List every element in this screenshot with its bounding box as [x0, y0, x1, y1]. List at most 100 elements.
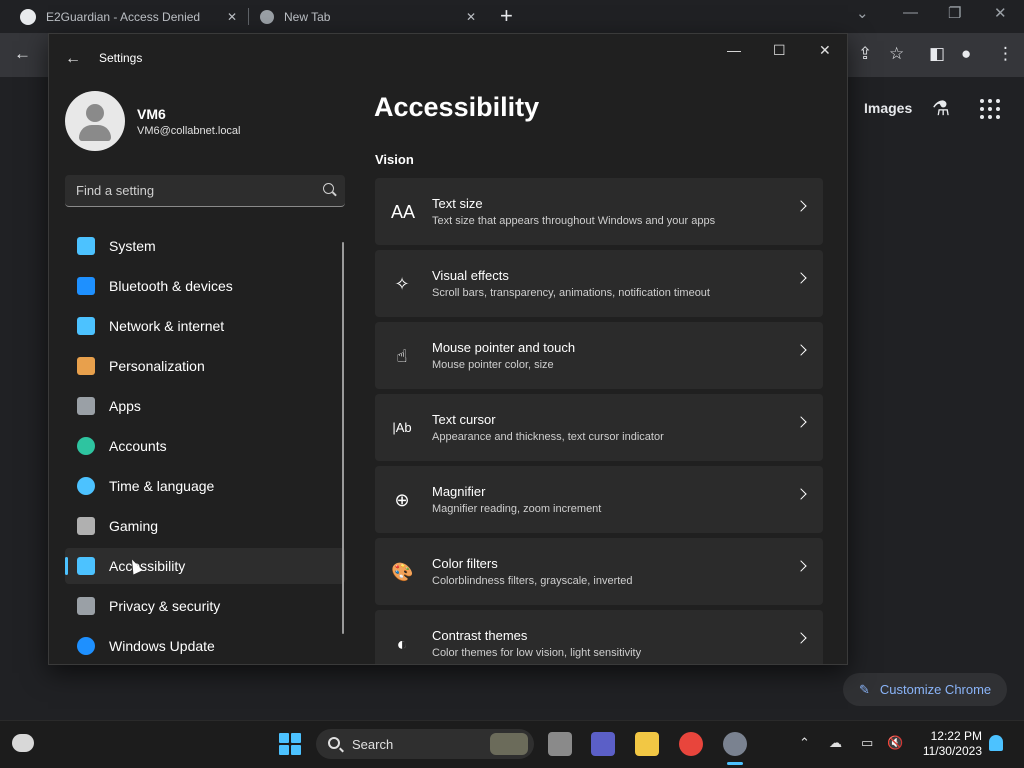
- settings-card-list: AA Text size Text size that appears throug…: [375, 178, 823, 664]
- side-panel-icon[interactable]: ◧: [929, 44, 945, 64]
- setting-card-mouse-pointer-and-touch[interactable]: ☝ Mouse pointer and touch Mouse pointer co…: [375, 322, 823, 389]
- clock-date: 11/30/2023: [922, 744, 982, 758]
- network-icon[interactable]: ▭: [861, 735, 873, 751]
- weather-widget-icon[interactable]: [12, 734, 34, 752]
- close-window-icon[interactable]: ✕: [994, 4, 1007, 22]
- setting-card-text-cursor[interactable]: |Ab Text cursor Appearance and thickness, …: [375, 394, 823, 461]
- setting-card-color-filters[interactable]: 🎨 Color filters Colorblindness filters, gr…: [375, 538, 823, 605]
- minimize-icon[interactable]: —: [727, 42, 741, 58]
- chevron-right-icon: [795, 632, 807, 644]
- tab-divider: [248, 8, 249, 25]
- chevron-right-icon: [795, 200, 807, 212]
- settings-window: ← Settings — ☐ ✕ VM6 VM6@collabnet.local…: [48, 33, 848, 665]
- text-size-icon: AA: [391, 202, 416, 222]
- search-icon: [323, 183, 334, 194]
- customize-chrome-label: Customize Chrome: [879, 682, 992, 697]
- tab-search-icon[interactable]: ⌄: [856, 4, 869, 22]
- start-button[interactable]: [279, 733, 301, 755]
- sidebar-item-accessibility[interactable]: Accessibility: [65, 548, 345, 584]
- sidebar-item-bluetooth-devices[interactable]: Bluetooth & devices: [65, 268, 345, 304]
- card-title: Visual effects: [432, 268, 509, 283]
- chevron-right-icon: [795, 344, 807, 356]
- notification-bell-icon[interactable]: [989, 735, 1003, 751]
- search-icon: [328, 737, 340, 749]
- bluetooth-icon: [77, 277, 95, 295]
- images-link[interactable]: Images: [864, 100, 912, 116]
- labs-flask-icon[interactable]: ⚗: [932, 96, 950, 121]
- sidebar-item-network-internet[interactable]: Network & internet: [65, 308, 345, 344]
- card-title: Color filters: [432, 556, 498, 571]
- section-heading: Vision: [375, 152, 414, 167]
- onedrive-icon[interactable]: ☁: [829, 735, 842, 751]
- card-title: Text size: [432, 196, 483, 211]
- tab-title: E2Guardian - Access Denied: [46, 9, 201, 24]
- back-icon[interactable]: ←: [14, 44, 31, 64]
- sidebar-item-system[interactable]: System: [65, 228, 345, 264]
- teams-icon[interactable]: [591, 732, 615, 756]
- restore-icon[interactable]: ❐: [948, 4, 961, 22]
- sidebar-item-label: Time & language: [109, 478, 215, 494]
- tab-e2guardian[interactable]: E2Guardian - Access Denied: [20, 0, 200, 33]
- minimize-icon[interactable]: —: [903, 4, 918, 21]
- sidebar-item-label: Apps: [109, 398, 141, 414]
- sidebar-item-privacy-security[interactable]: Privacy & security: [65, 588, 345, 624]
- gamepad-icon: [77, 517, 95, 535]
- sidebar-item-time-language[interactable]: Time & language: [65, 468, 345, 504]
- file-explorer-icon[interactable]: [635, 732, 659, 756]
- sidebar-item-label: Windows Update: [109, 638, 215, 654]
- volume-icon[interactable]: 🔇: [887, 735, 903, 751]
- sidebar-item-label: Accounts: [109, 438, 167, 454]
- chrome-icon: [260, 9, 274, 24]
- close-tab-icon[interactable]: ✕: [466, 0, 476, 33]
- sidebar-item-apps[interactable]: Apps: [65, 388, 345, 424]
- task-view-icon[interactable]: [548, 732, 572, 756]
- customize-chrome-button[interactable]: ✎ Customize Chrome: [843, 673, 1007, 706]
- person-icon: [77, 437, 95, 455]
- setting-card-contrast-themes[interactable]: ◐ Contrast themes Color themes for low vis…: [375, 610, 823, 664]
- chrome-taskbar-icon[interactable]: [679, 732, 703, 756]
- profile-icon[interactable]: ●: [961, 44, 971, 64]
- bookmark-star-icon[interactable]: ☆: [889, 44, 904, 64]
- back-arrow-icon[interactable]: ←: [65, 50, 81, 68]
- new-tab-button[interactable]: +: [500, 3, 513, 29]
- system-clock[interactable]: 12:22 PM 11/30/2023: [920, 729, 982, 759]
- maximize-icon[interactable]: ☐: [773, 42, 786, 59]
- settings-taskbar-icon[interactable]: [723, 732, 747, 765]
- sidebar-item-label: Network & internet: [109, 318, 225, 334]
- sidebar-item-accounts[interactable]: Accounts: [65, 428, 345, 464]
- menu-kebab-icon[interactable]: ⋮: [997, 44, 1014, 64]
- sidebar-item-gaming[interactable]: Gaming: [65, 508, 345, 544]
- taskbar-search[interactable]: Search: [316, 729, 534, 759]
- google-apps-icon[interactable]: [980, 99, 1000, 119]
- card-description: Text size that appears throughout Window…: [432, 215, 716, 227]
- chevron-right-icon: [795, 272, 807, 284]
- avatar: [65, 91, 125, 151]
- chevron-right-icon: [795, 488, 807, 500]
- sidebar-scrollbar[interactable]: [342, 242, 344, 634]
- card-description: Appearance and thickness, text cursor in…: [432, 431, 664, 443]
- sidebar-item-label: Accessibility: [109, 558, 186, 574]
- close-tab-icon[interactable]: ✕: [227, 0, 237, 33]
- close-icon[interactable]: ✕: [819, 42, 831, 59]
- setting-card-magnifier[interactable]: ⊕ Magnifier Magnifier reading, zoom increm…: [375, 466, 823, 533]
- wifi-icon: [77, 317, 95, 335]
- setting-card-text-size[interactable]: AA Text size Text size that appears throug…: [375, 178, 823, 245]
- user-name: VM6: [137, 106, 166, 122]
- share-icon[interactable]: ⇪: [858, 44, 872, 64]
- tab-new-tab[interactable]: New Tab: [260, 0, 330, 33]
- sidebar-item-label: Bluetooth & devices: [109, 278, 233, 294]
- sidebar-item-label: Personalization: [109, 358, 205, 374]
- card-title: Mouse pointer and touch: [432, 340, 576, 355]
- find-setting-search[interactable]: [65, 175, 345, 207]
- shield-icon: [77, 597, 95, 615]
- chevron-right-icon: [795, 416, 807, 428]
- sidebar-item-personalization[interactable]: Personalization: [65, 348, 345, 384]
- brush-icon: [77, 357, 95, 375]
- sidebar-item-windows-update[interactable]: Windows Update: [65, 628, 345, 664]
- clock-time: 12:22 PM: [930, 729, 982, 743]
- setting-card-visual-effects[interactable]: ✧ Visual effects Scroll bars, transparency…: [375, 250, 823, 317]
- text-cursor-icon: |Ab: [392, 420, 412, 435]
- card-description: Color themes for low vision, light sensi…: [432, 647, 642, 659]
- show-hidden-icons-chevron-icon[interactable]: ⌃: [799, 735, 810, 751]
- search-input[interactable]: [76, 183, 306, 198]
